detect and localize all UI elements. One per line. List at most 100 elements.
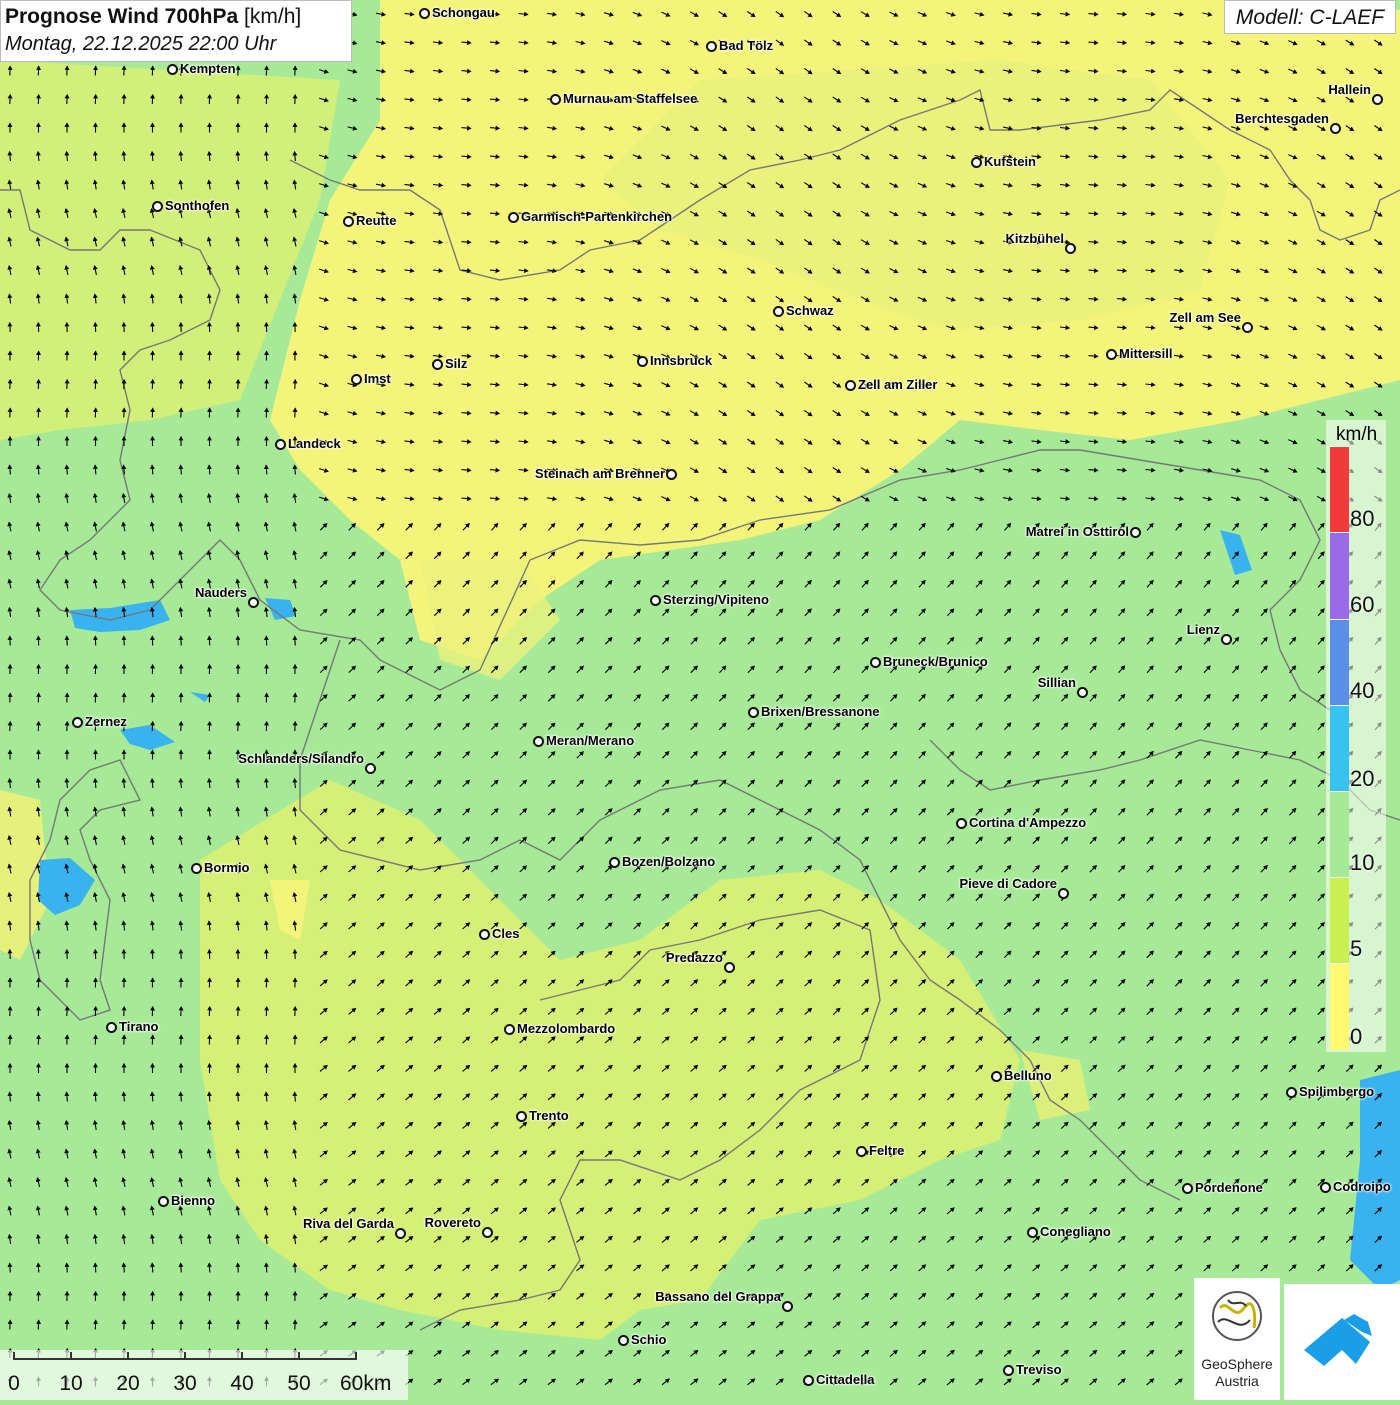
city-label: Schlanders/Silandro — [238, 751, 364, 766]
scale-tick — [298, 1352, 300, 1360]
city-marker[interactable] — [845, 380, 856, 391]
city-label: Belluno — [1004, 1068, 1052, 1083]
city-marker[interactable] — [773, 306, 784, 317]
scale-label: 10 — [59, 1372, 82, 1396]
org-name-line1: GeoSphere — [1194, 1356, 1280, 1373]
city-marker[interactable] — [432, 359, 443, 370]
geosphere-text: GeoSphere Austria — [1194, 1356, 1280, 1390]
city-label: Silz — [445, 356, 467, 371]
city-marker[interactable] — [158, 1196, 169, 1207]
city-label: Bruneck/Brunico — [883, 654, 988, 669]
city-label: Zernez — [85, 714, 127, 729]
city-label: Lienz — [1187, 622, 1220, 637]
city-label: Rovereto — [425, 1215, 481, 1230]
city-marker[interactable] — [1003, 1365, 1014, 1376]
city-marker[interactable] — [1221, 634, 1232, 645]
city-marker[interactable] — [782, 1301, 793, 1312]
title-unit: [km/h] — [238, 5, 301, 28]
city-marker[interactable] — [167, 64, 178, 75]
legend-tick-label: 10 — [1350, 850, 1374, 876]
city-label: Pieve di Cadore — [959, 876, 1057, 891]
city-marker[interactable] — [706, 41, 717, 52]
city-marker[interactable] — [365, 763, 376, 774]
city-marker[interactable] — [504, 1024, 515, 1035]
legend-tick-label: 5 — [1350, 936, 1362, 962]
city-label: Berchtesgaden — [1235, 111, 1329, 126]
city-label: Cortina d'Ampezzo — [969, 815, 1086, 830]
city-marker[interactable] — [479, 929, 490, 940]
city-label: Conegliano — [1040, 1224, 1111, 1239]
city-label: Spilimbergo — [1299, 1084, 1374, 1099]
city-marker[interactable] — [1330, 123, 1341, 134]
scale-tick — [13, 1352, 15, 1360]
scale-label: 0 — [8, 1372, 20, 1396]
city-marker[interactable] — [191, 863, 202, 874]
city-marker[interactable] — [1242, 322, 1253, 333]
app-logo-icon — [1284, 1284, 1400, 1400]
city-marker[interactable] — [991, 1071, 1002, 1082]
city-label: Mittersill — [1119, 346, 1172, 361]
page-title: Prognose Wind 700hPa [km/h] — [5, 4, 351, 30]
city-label: Cittadella — [816, 1372, 875, 1387]
legend-color-segment — [1330, 877, 1349, 964]
city-marker[interactable] — [1027, 1227, 1038, 1238]
city-label: Predazzo — [666, 950, 723, 965]
legend-color-segment — [1330, 705, 1349, 792]
city-marker[interactable] — [1130, 527, 1141, 538]
city-label: Reutte — [356, 213, 396, 228]
legend-tick-label: 20 — [1350, 766, 1374, 792]
city-label: Zell am See — [1169, 310, 1241, 325]
city-marker[interactable] — [1182, 1183, 1193, 1194]
city-marker[interactable] — [482, 1227, 493, 1238]
city-marker[interactable] — [1058, 888, 1069, 899]
city-label: Kufstein — [984, 154, 1036, 169]
city-marker[interactable] — [106, 1022, 117, 1033]
city-marker[interactable] — [1320, 1182, 1331, 1193]
city-label: Innsbruck — [650, 353, 712, 368]
city-marker[interactable] — [533, 736, 544, 747]
city-marker[interactable] — [618, 1335, 629, 1346]
city-marker[interactable] — [248, 597, 259, 608]
app-logo[interactable] — [1284, 1284, 1400, 1400]
scale-label: 50 — [287, 1372, 310, 1396]
city-marker[interactable] — [343, 216, 354, 227]
city-marker[interactable] — [803, 1375, 814, 1386]
city-label: Bozen/Bolzano — [622, 854, 715, 869]
legend-tick-label: 40 — [1350, 678, 1374, 704]
forecast-datetime: Montag, 22.12.2025 22:00 Uhr — [5, 30, 351, 58]
city-label: Schio — [631, 1332, 666, 1347]
city-marker[interactable] — [748, 707, 759, 718]
city-marker[interactable] — [395, 1228, 406, 1239]
city-marker[interactable] — [1286, 1087, 1297, 1098]
city-label: Bassano del Grappa — [655, 1289, 781, 1304]
city-marker[interactable] — [971, 157, 982, 168]
city-marker[interactable] — [1077, 687, 1088, 698]
city-marker[interactable] — [724, 962, 735, 973]
city-marker[interactable] — [856, 1146, 867, 1157]
city-marker[interactable] — [351, 374, 362, 385]
city-marker[interactable] — [1372, 94, 1383, 105]
city-marker[interactable] — [419, 8, 430, 19]
city-marker[interactable] — [152, 201, 163, 212]
city-marker[interactable] — [1065, 243, 1076, 254]
city-marker[interactable] — [650, 595, 661, 606]
city-marker[interactable] — [508, 212, 519, 223]
city-label: Codroipo — [1333, 1179, 1391, 1194]
city-label: Treviso — [1016, 1362, 1062, 1377]
city-marker[interactable] — [609, 857, 620, 868]
city-marker[interactable] — [1106, 349, 1117, 360]
city-label: Cles — [492, 926, 519, 941]
city-marker[interactable] — [637, 356, 648, 367]
city-label: Meran/Merano — [546, 733, 634, 748]
city-marker[interactable] — [275, 439, 286, 450]
title-box: Prognose Wind 700hPa [km/h] Montag, 22.1… — [0, 0, 352, 62]
geosphere-icon — [1194, 1278, 1280, 1358]
city-marker[interactable] — [72, 717, 83, 728]
scale-label: 40 — [230, 1372, 253, 1396]
city-marker[interactable] — [516, 1111, 527, 1122]
model-label: Modell: C-LAEF — [1224, 0, 1396, 34]
city-marker[interactable] — [666, 469, 677, 480]
city-marker[interactable] — [956, 818, 967, 829]
city-marker[interactable] — [550, 94, 561, 105]
city-marker[interactable] — [870, 657, 881, 668]
